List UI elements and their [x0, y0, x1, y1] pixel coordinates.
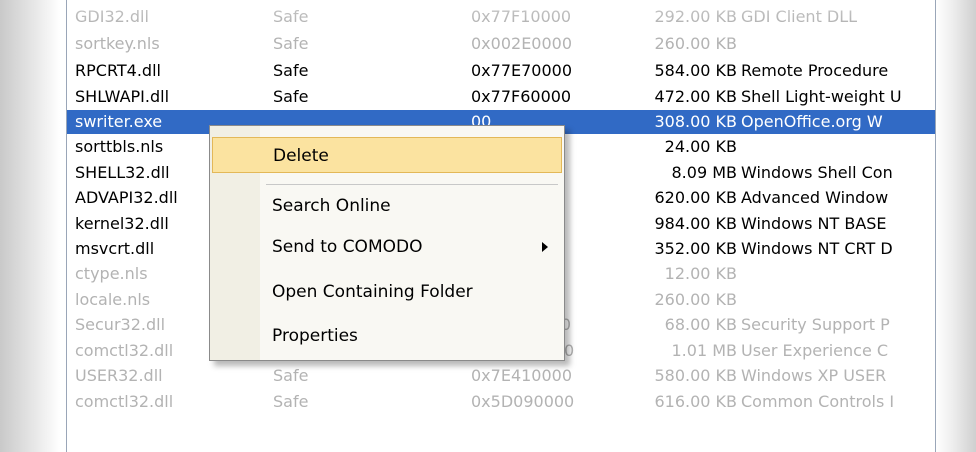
- status-cell: Safe: [273, 392, 309, 411]
- table-row[interactable]: USER32.dll Safe 0x7E410000 580.00 KB Windows…: [67, 364, 935, 388]
- menu-item-label: Delete: [273, 146, 329, 166]
- description-cell: Shell Light-weight U: [741, 87, 902, 106]
- size-cell: 584.00 KB: [654, 61, 737, 80]
- description-cell: User Experience C: [741, 341, 889, 360]
- description-cell: Windows Shell Con: [741, 163, 893, 182]
- module-name-cell: RPCRT4.dll: [75, 61, 161, 80]
- description-cell: Advanced Window: [741, 188, 889, 207]
- menu-separator: [266, 184, 558, 185]
- size-cell: 308.00 KB: [654, 112, 737, 131]
- size-cell: 292.00 KB: [654, 7, 737, 26]
- description-cell: Common Controls I: [741, 392, 895, 411]
- menu-item-delete[interactable]: Delete: [212, 137, 562, 173]
- base-address-cell: 0x002E0000: [471, 34, 573, 53]
- size-cell: 1.01 MB: [671, 341, 738, 360]
- menu-item-send-to-comodo[interactable]: Send to COMODO: [212, 229, 562, 265]
- context-menu: Delete Search Online Send to COMODO Open…: [209, 125, 565, 361]
- table-row[interactable]: SHLWAPI.dll Safe 0x77F60000 472.00 KB Shell …: [67, 85, 935, 109]
- menu-item-label: Open Containing Folder: [272, 282, 473, 302]
- size-cell: 984.00 KB: [654, 214, 737, 233]
- size-cell: 260.00 KB: [654, 34, 737, 53]
- table-row[interactable]: comctl32.dll Safe 0x5D090000 616.00 KB Commo…: [67, 390, 935, 414]
- size-cell: 12.00 KB: [664, 264, 737, 283]
- module-name-cell: SHLWAPI.dll: [75, 87, 170, 106]
- description-cell: Remote Procedure: [741, 61, 889, 80]
- menu-item-label: Search Online: [272, 196, 391, 216]
- status-cell: Safe: [273, 366, 309, 385]
- table-row[interactable]: sortkey.nls Safe 0x002E0000 260.00 KB: [67, 32, 935, 56]
- status-cell: Safe: [273, 7, 309, 26]
- menu-item-search-online[interactable]: Search Online: [212, 188, 562, 224]
- right-backdrop-shadow: [936, 0, 976, 452]
- menu-item-label: Send to COMODO: [272, 237, 423, 257]
- table-row[interactable]: GDI32.dll Safe 0x77F10000 292.00 KB GDI Clie…: [67, 5, 935, 29]
- menu-item-label: Properties: [272, 326, 358, 346]
- base-address-cell: 0x5D090000: [471, 392, 575, 411]
- description-cell: Windows XP USER: [741, 366, 887, 385]
- menu-item-open-containing-folder[interactable]: Open Containing Folder: [212, 274, 562, 310]
- status-cell: Safe: [273, 61, 309, 80]
- base-address-cell: 0x77F60000: [471, 87, 572, 106]
- description-cell: Windows NT BASE: [741, 214, 887, 233]
- left-backdrop-shadow: [0, 0, 60, 452]
- size-cell: 616.00 KB: [654, 392, 737, 411]
- description-cell: Windows NT CRT D: [741, 239, 893, 258]
- table-row[interactable]: RPCRT4.dll Safe 0x77E70000 584.00 KB Remote …: [67, 59, 935, 83]
- base-address-cell: 0x77F10000: [471, 7, 572, 26]
- submenu-arrow-icon: [542, 242, 548, 252]
- size-cell: 68.00 KB: [664, 315, 737, 334]
- status-cell: Safe: [273, 34, 309, 53]
- size-cell: 8.09 MB: [671, 163, 738, 182]
- module-name-cell: sortkey.nls: [75, 34, 160, 53]
- description-cell: GDI Client DLL: [741, 7, 858, 26]
- description-cell: Security Support P: [741, 315, 890, 334]
- status-cell: Safe: [273, 87, 309, 106]
- size-cell: 260.00 KB: [654, 290, 737, 309]
- bottom-fade: [67, 422, 935, 452]
- size-cell: 24.00 KB: [664, 137, 737, 156]
- size-cell: 472.00 KB: [654, 87, 737, 106]
- module-name-cell: USER32.dll: [75, 366, 163, 385]
- menu-item-properties[interactable]: Properties: [212, 318, 562, 354]
- description-cell: OpenOffice.org W: [741, 112, 883, 131]
- size-cell: 352.00 KB: [654, 239, 737, 258]
- size-cell: 620.00 KB: [654, 188, 737, 207]
- size-cell: 580.00 KB: [654, 366, 737, 385]
- base-address-cell: 0x77E70000: [471, 61, 573, 80]
- module-name-cell: GDI32.dll: [75, 7, 149, 26]
- base-address-cell: 0x7E410000: [471, 366, 573, 385]
- module-name-cell: comctl32.dll: [75, 392, 174, 411]
